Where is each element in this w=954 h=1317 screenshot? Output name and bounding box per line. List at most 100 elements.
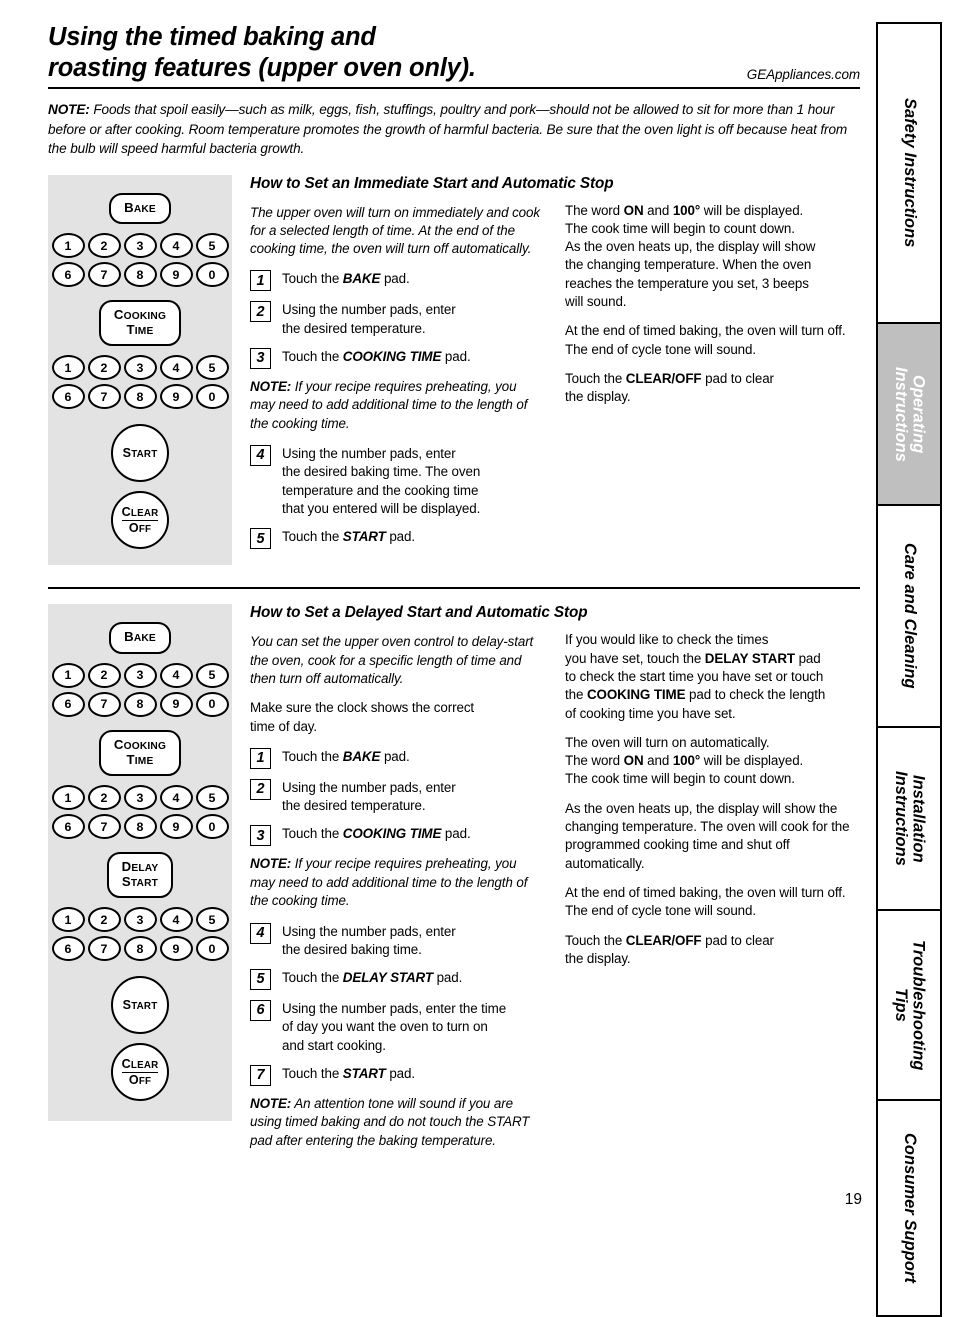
side-tab-label: Consumer Support [900,1132,919,1284]
num-key[interactable]: 9 [159,262,193,288]
num-key[interactable]: 0 [195,262,229,288]
num-key[interactable]: 4 [159,662,193,688]
clear-off-pad-line1: CLEAR [121,1056,159,1073]
num-key[interactable]: 9 [159,384,193,410]
step-number: 1 [250,270,271,292]
num-key[interactable]: 7 [87,691,121,717]
num-key[interactable]: 0 [195,691,229,717]
side-tab-installation-instructions[interactable]: Installation Instructions [876,726,942,909]
num-key[interactable]: 0 [195,814,229,840]
section2-right-para4: At the end of timed baking, the oven wil… [565,884,846,919]
step-item: 7 Touch the START pad. [250,1064,543,1086]
num-key[interactable]: 4 [159,785,193,811]
num-key[interactable]: 4 [159,233,193,259]
num-key[interactable]: 6 [51,691,85,717]
bake-pad[interactable]: BAKEBAKE [109,192,171,225]
num-key[interactable]: 5 [195,233,229,259]
step-text: Touch the COOKING TIME pad. [282,349,471,365]
num-key[interactable]: 3 [123,907,157,933]
number-row-top: 1 2 3 4 5 [50,785,230,811]
num-key[interactable]: 4 [159,355,193,381]
num-key[interactable]: 2 [87,662,121,688]
section2-left-column: How to Set a Delayed Start and Automatic… [250,604,588,1161]
num-key[interactable]: 5 [195,785,229,811]
step-number: 2 [250,778,271,800]
side-tab-navigation: Safety Instructions Operating Instructio… [876,22,942,1317]
page-number: 19 [844,1191,862,1208]
bake-pad-label: BAKEBAKE [124,199,156,215]
num-key[interactable]: 8 [123,936,157,962]
step-number: 3 [250,348,271,370]
section2-right-para2: The oven will turn on automatically. The… [565,734,804,787]
side-tab-label: Troubleshooting Tips [892,939,928,1071]
side-tab-label: Care and Cleaning [900,543,919,689]
num-key[interactable]: 6 [51,262,85,288]
num-key[interactable]: 6 [51,936,85,962]
num-key[interactable]: 4 [159,907,193,933]
section1-left-column: How to Set an Immediate Start and Automa… [250,175,614,559]
step-text: Using the number pads, enter the desired… [282,302,456,336]
side-tab-consumer-support[interactable]: Consumer Support [876,1099,942,1317]
num-key[interactable]: 7 [87,936,121,962]
num-key[interactable]: 7 [87,384,121,410]
num-key[interactable]: 1 [51,662,85,688]
num-key[interactable]: 2 [87,355,121,381]
side-tab-troubleshooting-tips[interactable]: Troubleshooting Tips [876,909,942,1099]
num-key[interactable]: 8 [123,384,157,410]
cooking-time-pad[interactable]: COOKING TIME [98,300,182,347]
num-key[interactable]: 9 [159,936,193,962]
keypad-diagram-immediate: BAKEBAKE 1 2 3 4 5 6 7 8 [48,174,232,566]
step-number: 5 [250,969,271,991]
intro-note: NOTE: Foods that spoil easily—such as mi… [48,100,853,158]
clear-off-pad[interactable]: CLEAR OFF [111,491,169,550]
num-key[interactable]: 1 [51,785,85,811]
num-key[interactable]: 3 [123,785,157,811]
side-tab-operating-instructions[interactable]: Operating Instructions [876,322,942,504]
delay-start-pad[interactable]: DELAY START [106,852,174,899]
num-key[interactable]: 3 [123,662,157,688]
num-key[interactable]: 0 [195,384,229,410]
start-pad-label: START [122,998,158,1012]
step-item: 5 Touch the START pad. [250,527,543,550]
number-row-bottom: 6 7 8 9 0 [50,262,230,288]
side-tab-care-and-cleaning[interactable]: Care and Cleaning [876,504,942,726]
delay-start-pad-line2: START [121,873,159,889]
num-key[interactable]: 0 [195,936,229,962]
page-header: Using the timed baking and roasting feat… [48,22,860,84]
number-pad-1: 1 2 3 4 5 6 7 8 9 0 [50,662,230,717]
step-item: 3 Touch the COOKING TIME pad. [250,824,543,847]
num-key[interactable]: 8 [123,691,157,717]
num-key[interactable]: 7 [87,814,121,840]
num-key[interactable]: 8 [123,814,157,840]
side-tab-label: Safety Instructions [900,98,919,248]
num-key[interactable]: 5 [195,355,229,381]
header-divider [48,87,860,90]
num-key[interactable]: 7 [87,262,121,288]
bake-pad[interactable]: BAKE [109,622,171,654]
cooking-time-pad[interactable]: COOKING TIME [98,729,182,777]
clear-off-pad-line1: CLEAR [121,504,159,521]
side-tab-label: Operating Instructions [892,366,928,462]
num-key[interactable]: 1 [51,233,85,259]
num-key[interactable]: 1 [51,907,85,933]
start-pad[interactable]: START [111,976,169,1035]
num-key[interactable]: 9 [159,691,193,717]
num-key[interactable]: 6 [51,384,85,410]
num-key[interactable]: 8 [123,262,157,288]
num-key[interactable]: 2 [87,233,121,259]
num-key[interactable]: 2 [87,907,121,933]
num-key[interactable]: 6 [51,814,85,840]
num-key[interactable]: 9 [159,814,193,840]
num-key[interactable]: 1 [51,355,85,381]
side-tab-safety-instructions[interactable]: Safety Instructions [876,22,942,322]
num-key[interactable]: 3 [123,355,157,381]
num-key[interactable]: 3 [123,233,157,259]
num-key[interactable]: 5 [195,662,229,688]
side-tab-label: Installation Instructions [892,771,928,866]
clear-off-pad[interactable]: CLEAR OFF [111,1043,169,1102]
num-key[interactable]: 2 [87,785,121,811]
num-key[interactable]: 5 [195,907,229,933]
section1-right-para1: The word ON and 100° will be displayed. … [565,202,816,310]
start-pad[interactable]: START [111,424,169,483]
step-text: Touch the COOKING TIME pad. [282,826,471,842]
